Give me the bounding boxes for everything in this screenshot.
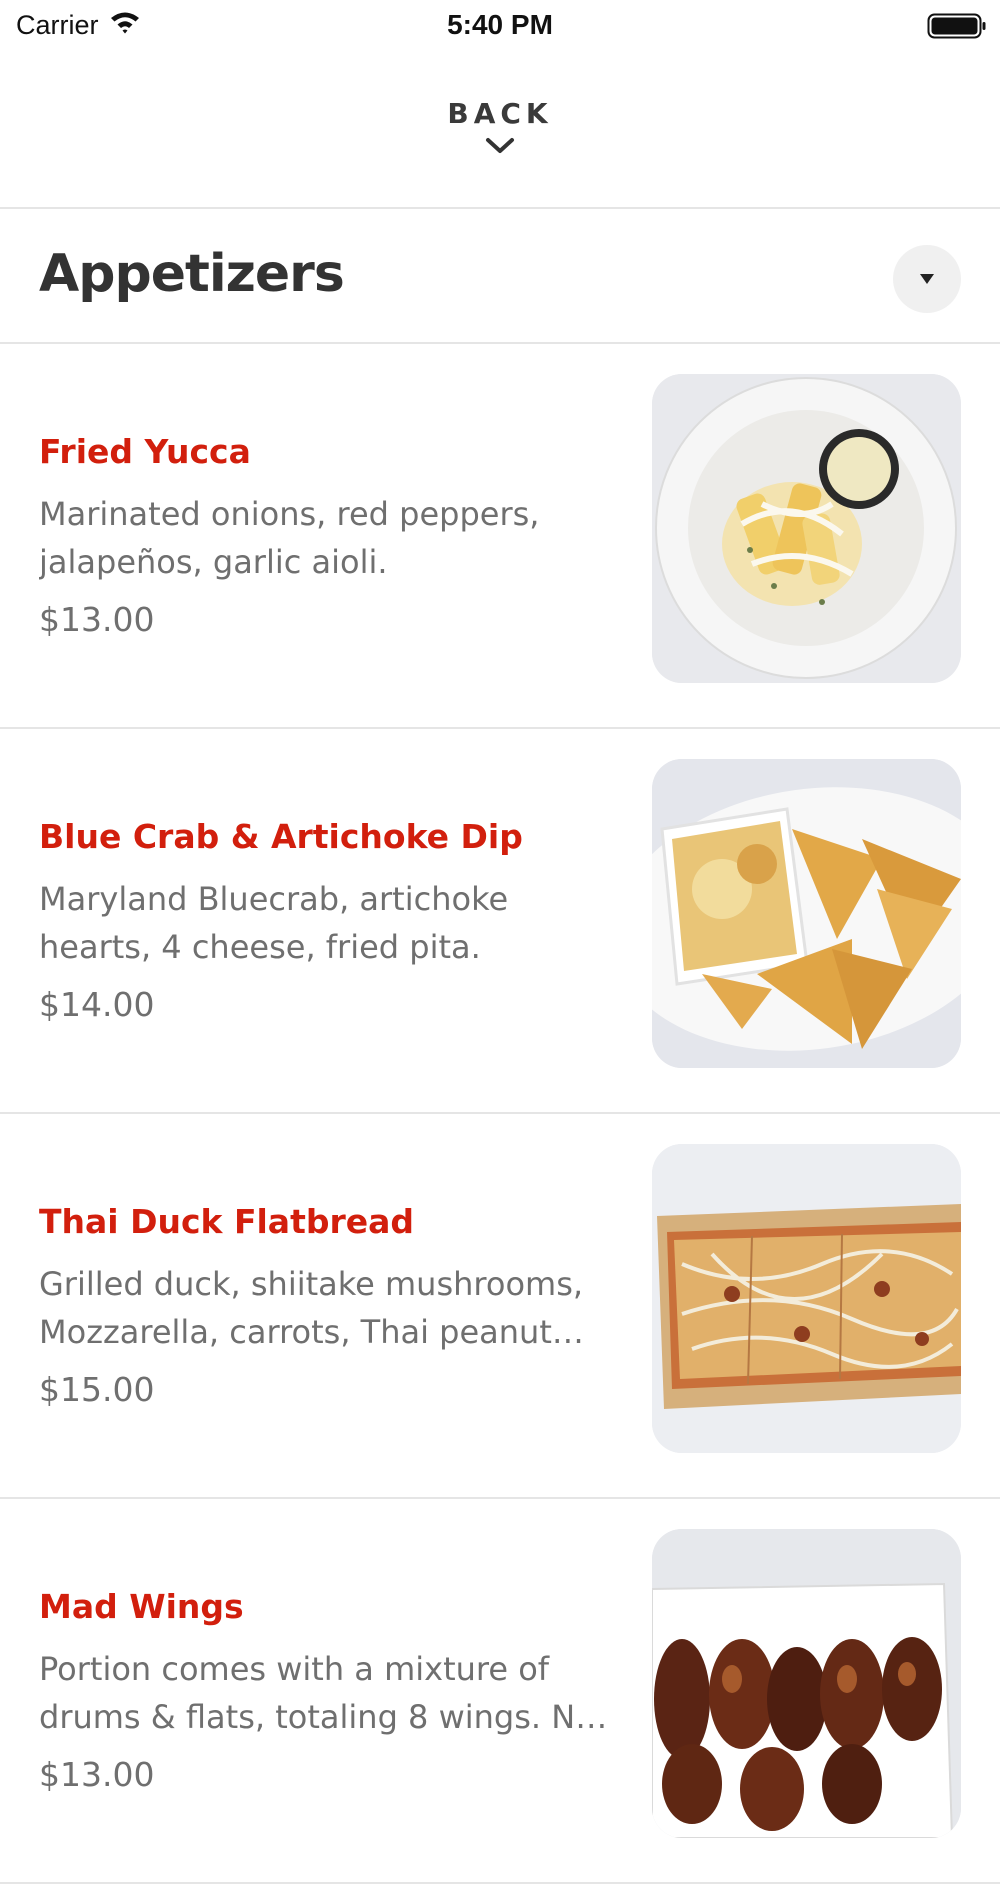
status-bar: Carrier 5:40 PM [0, 0, 1000, 50]
item-photo-mad-wings [652, 1529, 961, 1838]
back-label: BACK [447, 97, 553, 130]
item-photo-blue-crab-dip [652, 759, 961, 1068]
item-name: Blue Crab & Artichoke Dip [39, 817, 523, 856]
category-header: Appetizers [0, 208, 1000, 342]
menu-item-list: Fried Yucca Marinated onions, red pepper… [0, 344, 1000, 1884]
menu-item-mad-wings[interactable]: Mad Wings Portion comes with a mixture o… [0, 1499, 1000, 1884]
item-description: Grilled duck, shiitake mushrooms, Mozzar… [39, 1265, 584, 1351]
item-description: Marinated onions, red peppers, jalapeños… [39, 495, 540, 581]
item-price: $13.00 [39, 1755, 155, 1794]
menu-item-fried-yucca[interactable]: Fried Yucca Marinated onions, red pepper… [0, 344, 1000, 729]
clock: 5:40 PM [447, 9, 553, 40]
item-name: Mad Wings [39, 1587, 244, 1626]
dropdown-triangle-icon [918, 270, 936, 289]
back-button[interactable]: BACK [0, 52, 1000, 207]
item-description: Portion comes with a mixture of drums & … [39, 1650, 595, 1736]
item-price: $15.00 [39, 1370, 155, 1409]
battery-icon [927, 13, 987, 44]
chevron-down-icon [485, 136, 515, 160]
menu-item-text: Blue Crab & Artichoke Dip Maryland Bluec… [39, 817, 619, 1025]
item-photo-thai-duck-flatbread [652, 1144, 961, 1453]
menu-item-text: Mad Wings Portion comes with a mixture o… [39, 1587, 619, 1795]
item-description: Maryland Bluecrab, artichoke hearts, 4 c… [39, 880, 509, 966]
menu-item-text: Thai Duck Flatbread Grilled duck, shiita… [39, 1202, 619, 1410]
item-price: $13.00 [39, 600, 155, 639]
category-dropdown-button[interactable] [893, 245, 961, 313]
item-name: Fried Yucca [39, 432, 251, 471]
menu-item-thai-duck-flatbread[interactable]: Thai Duck Flatbread Grilled duck, shiita… [0, 1114, 1000, 1499]
item-price: $14.00 [39, 985, 155, 1024]
menu-item-text: Fried Yucca Marinated onions, red pepper… [39, 432, 619, 640]
menu-item-blue-crab-artichoke-dip[interactable]: Blue Crab & Artichoke Dip Maryland Bluec… [0, 729, 1000, 1114]
item-name: Thai Duck Flatbread [39, 1202, 415, 1241]
item-photo-fried-yucca [652, 374, 961, 683]
category-title: Appetizers [39, 244, 345, 304]
